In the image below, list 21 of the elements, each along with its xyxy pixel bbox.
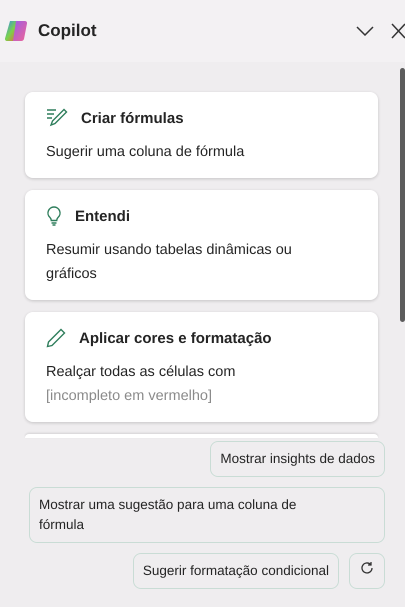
suggestion-chip[interactable]: Mostrar uma sugestão para uma coluna de fórmula bbox=[29, 487, 385, 543]
logo-icon bbox=[4, 18, 30, 44]
refresh-icon bbox=[360, 561, 374, 575]
pencil-lines-icon bbox=[46, 108, 68, 128]
card-description: Resumir usando tabelas dinâmicas ou gráficos bbox=[46, 241, 293, 284]
card-hint: [incompleto em vermelho] bbox=[46, 387, 214, 406]
suggestion-chip[interactable]: Mostrar insights de dados bbox=[210, 441, 385, 477]
prompt-card[interactable]: Criar fórmulas Sugerir uma coluna de fórmula bbox=[25, 92, 378, 178]
card-title: Entendi bbox=[75, 208, 130, 224]
scrollbar[interactable] bbox=[400, 68, 405, 322]
lightbulb-icon bbox=[46, 206, 62, 226]
card-description: Sugerir uma coluna de fórmula bbox=[46, 143, 246, 162]
card-title: Aplicar cores e formatação bbox=[79, 330, 272, 346]
card-description: Realçar todas as células com bbox=[46, 363, 236, 382]
refresh-button[interactable] bbox=[349, 553, 385, 589]
prompt-card[interactable]: Aplicar cores e formatação Realçar todas as células com [incompleto em vermelho] bbox=[25, 312, 378, 422]
suggestion-chip[interactable]: Sugerir formatação condicional bbox=[132, 553, 339, 589]
panel-title: Copilot bbox=[38, 21, 98, 41]
card-title: Criar fórmulas bbox=[81, 110, 184, 126]
prompt-card[interactable]: Entendi Resumir usando tabelas dinâmicas ou gráficos bbox=[25, 190, 378, 300]
pencil-icon bbox=[46, 328, 66, 348]
